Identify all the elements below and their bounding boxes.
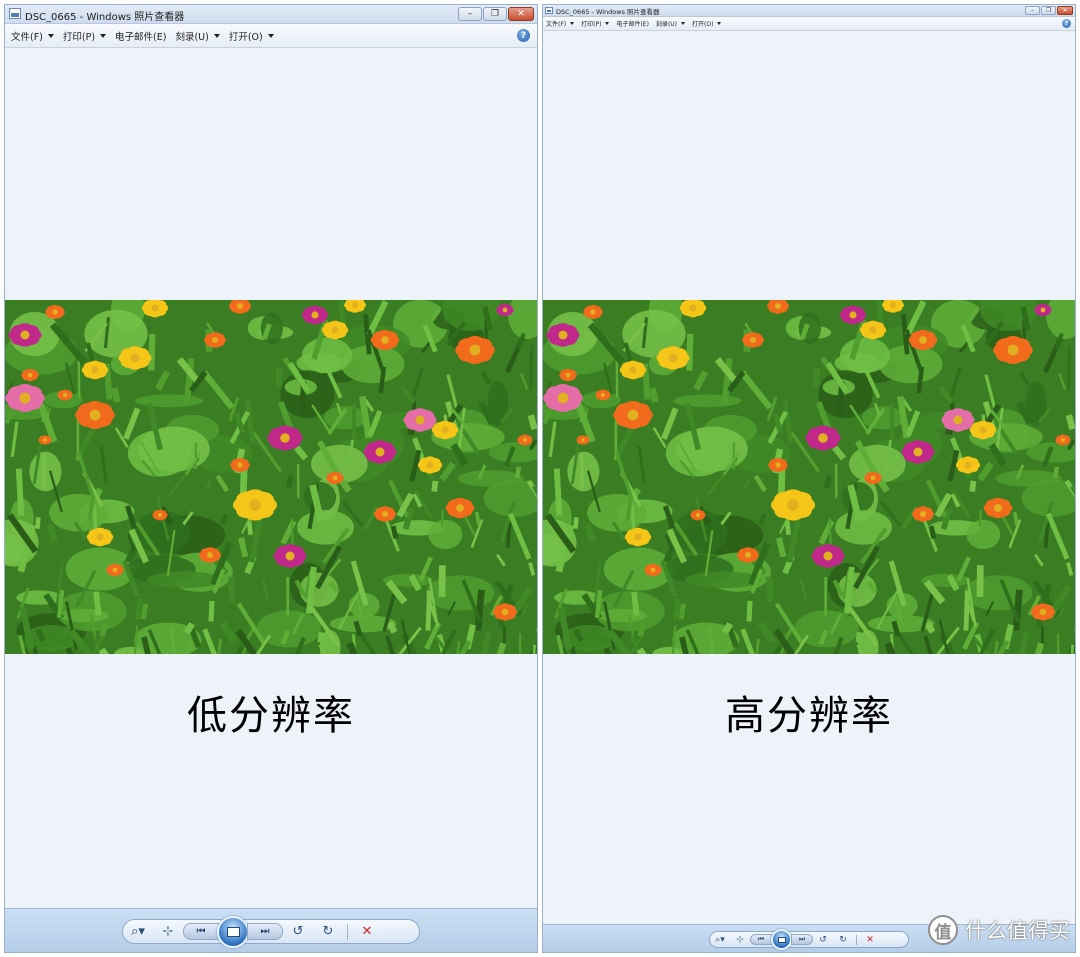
menu-bar: 文件(F) 打印(P) 电子邮件(E) 刻录(U) 打开(O) ? <box>543 17 1075 31</box>
rotate-clockwise-icon[interactable]: ↻ <box>313 921 343 943</box>
menu-file[interactable]: 文件(F) <box>546 19 575 28</box>
menu-email[interactable]: 电子邮件(E) <box>616 19 648 28</box>
control-pill: ⌕▾ ⊹ ⏮ ⏭ ↺ ↻ ✕ <box>709 929 909 950</box>
menu-burn[interactable]: 刻录(U) <box>655 19 686 28</box>
menu-print-label: 打印(P) <box>581 21 602 28</box>
window-title: DSC_0665 - Windows 照片查看器 <box>556 8 660 16</box>
menu-print-label: 打印(P) <box>62 31 96 43</box>
menu-file-label: 文件(F) <box>546 21 567 28</box>
zoom-icon[interactable]: ⌕▾ <box>710 933 730 947</box>
rotate-counterclockwise-icon[interactable]: ↺ <box>283 921 313 943</box>
delete-icon[interactable]: ✕ <box>860 933 880 947</box>
menu-email-label: 电子邮件(E) <box>616 21 649 28</box>
dropdown-arrow-icon <box>570 22 575 25</box>
title-bar: DSC_0665 - Windows 照片查看器 – ❐ ✕ <box>543 5 1075 17</box>
menu-print[interactable]: 打印(P) <box>62 29 107 43</box>
dropdown-arrow-icon <box>213 33 220 38</box>
watermark: 值 什么值得买 <box>928 915 1070 945</box>
menu-open[interactable]: 打开(O) <box>229 29 274 43</box>
minimize-button[interactable]: – <box>1025 6 1040 15</box>
window-controls: – ❐ ✕ <box>1024 6 1073 15</box>
dropdown-arrow-icon <box>100 33 107 38</box>
help-icon[interactable]: ? <box>517 29 530 42</box>
menu-bar: 文件(F) 打印(P) 电子邮件(E) 刻录(U) 打开(O) ? <box>5 24 537 48</box>
control-pill: ⌕▾ ⊹ ⏮ ⏭ ↺ ↻ ✕ <box>122 915 420 948</box>
actual-size-icon[interactable]: ⊹ <box>153 921 183 943</box>
actual-size-icon[interactable]: ⊹ <box>730 933 750 947</box>
slideshow-button[interactable] <box>217 915 249 948</box>
menu-open[interactable]: 打开(O) <box>692 19 722 28</box>
rotate-clockwise-icon[interactable]: ↻ <box>833 933 853 947</box>
rotate-counterclockwise-icon[interactable]: ↺ <box>813 933 833 947</box>
bottom-toolbar: ⌕▾ ⊹ ⏮ ⏭ ↺ ↻ ✕ <box>5 908 537 952</box>
close-button[interactable]: ✕ <box>508 7 534 21</box>
dropdown-arrow-icon <box>605 22 610 25</box>
photo-viewer-app-icon <box>545 7 553 14</box>
caption-low-resolution: 低分辨率 <box>187 693 355 739</box>
toolbar-separator <box>856 934 857 945</box>
caption-high-resolution: 高分辨率 <box>725 693 893 739</box>
next-icon[interactable]: ⏭ <box>791 934 813 945</box>
close-button[interactable]: ✕ <box>1057 6 1073 15</box>
photo-viewer-window-high-res: DSC_0665 - Windows 照片查看器 – ❐ ✕ 文件(F) 打印(… <box>542 4 1076 953</box>
photo-viewer-window-low-res: DSC_0665 - Windows 照片查看器 – ❐ ✕ 文件(F) 打印(… <box>4 4 538 953</box>
delete-icon[interactable]: ✕ <box>352 921 382 943</box>
watermark-logo: 值 <box>928 915 958 945</box>
menu-email-label: 电子邮件(E) <box>115 31 167 43</box>
menu-file-label: 文件(F) <box>11 31 43 43</box>
menu-open-label: 打开(O) <box>228 31 263 43</box>
dropdown-arrow-icon <box>267 33 274 38</box>
window-controls: – ❐ ✕ <box>457 7 534 21</box>
previous-icon[interactable]: ⏮ <box>183 923 219 940</box>
dropdown-arrow-icon <box>717 22 722 25</box>
minimize-button[interactable]: – <box>458 7 482 21</box>
menu-print[interactable]: 打印(P) <box>581 19 610 28</box>
window-title: DSC_0665 - Windows 照片查看器 <box>25 12 185 23</box>
menu-open-label: 打开(O) <box>692 21 714 28</box>
help-icon[interactable]: ? <box>1062 19 1071 28</box>
menu-file[interactable]: 文件(F) <box>11 29 54 43</box>
slideshow-icon <box>226 926 240 937</box>
toolbar-separator <box>347 923 348 940</box>
menu-email[interactable]: 电子邮件(E) <box>115 29 166 43</box>
watermark-text: 什么值得买 <box>965 919 1070 943</box>
menu-burn-label: 刻录(U) <box>655 21 678 28</box>
previous-icon[interactable]: ⏮ <box>750 934 772 945</box>
navigation-group: ⏮ ⏭ <box>750 929 813 950</box>
flower-photo <box>5 300 537 654</box>
slideshow-icon <box>777 936 786 943</box>
maximize-button[interactable]: ❐ <box>1041 6 1056 15</box>
dropdown-arrow-icon <box>47 33 54 38</box>
slideshow-button[interactable] <box>771 929 792 950</box>
flower-photo <box>543 300 1075 654</box>
navigation-group: ⏮ ⏭ <box>183 915 283 948</box>
zoom-icon[interactable]: ⌕▾ <box>123 921 153 943</box>
photo-viewer-app-icon <box>9 8 21 19</box>
menu-burn[interactable]: 刻录(U) <box>175 29 220 43</box>
dropdown-arrow-icon <box>681 22 686 25</box>
menu-burn-label: 刻录(U) <box>175 31 209 43</box>
title-bar: DSC_0665 - Windows 照片查看器 – ❐ ✕ <box>5 5 537 24</box>
maximize-button[interactable]: ❐ <box>483 7 507 21</box>
next-icon[interactable]: ⏭ <box>247 923 283 940</box>
